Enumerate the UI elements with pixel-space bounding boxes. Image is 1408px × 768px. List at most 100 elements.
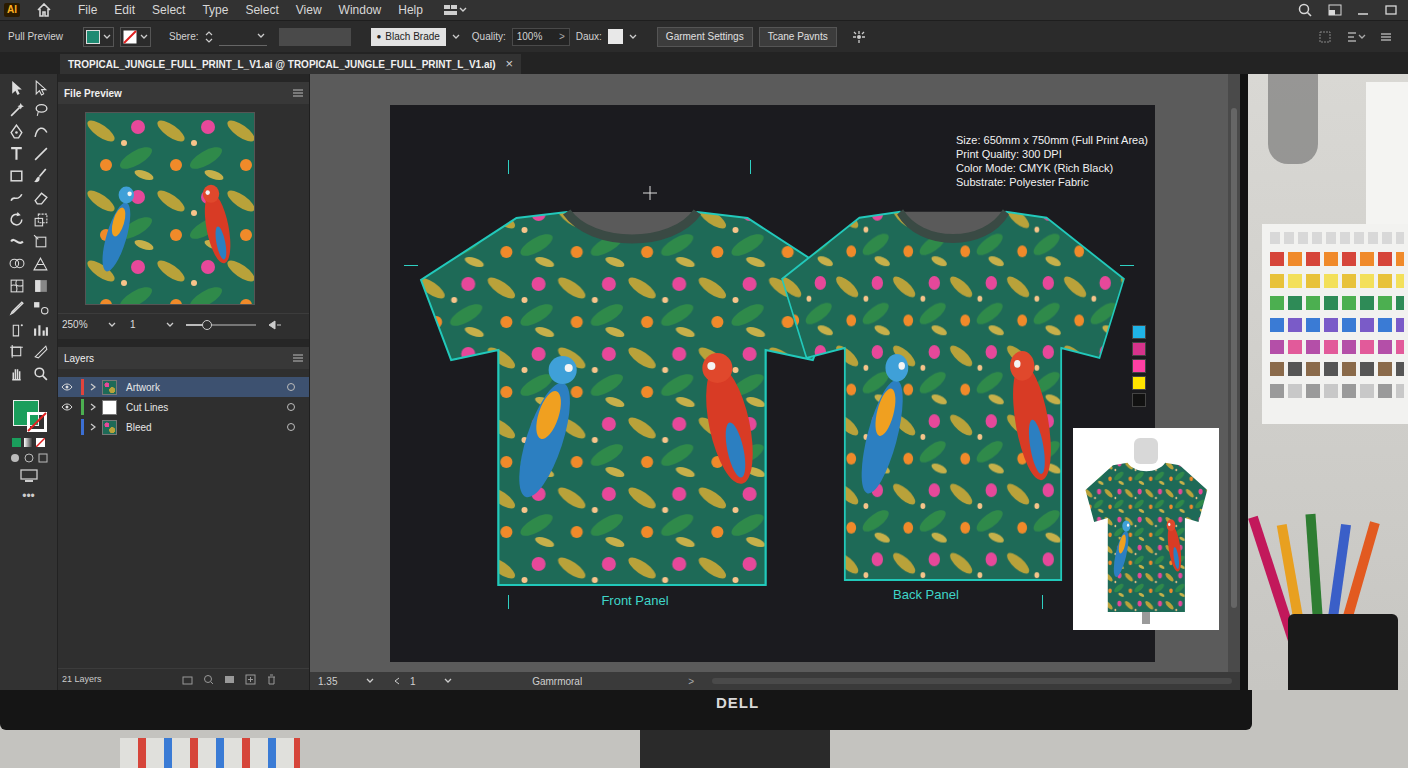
width-tool-icon[interactable]: [9, 234, 25, 250]
stroke-profile-field[interactable]: [279, 28, 351, 46]
lasso-tool-icon[interactable]: [33, 102, 49, 118]
app-logo[interactable]: AI: [4, 3, 20, 17]
menu-item[interactable]: Edit: [106, 1, 143, 19]
type-tool-icon[interactable]: [9, 146, 25, 162]
prev-artboard-icon[interactable]: [392, 677, 402, 685]
free-transform-tool-icon[interactable]: [33, 234, 49, 250]
zoom-level[interactable]: 1.35: [318, 674, 358, 689]
fill-swatch[interactable]: [83, 27, 114, 47]
eraser-tool-icon[interactable]: [33, 190, 49, 206]
layer-row[interactable]: Artwork: [58, 377, 309, 397]
front-panel-artwork[interactable]: [416, 200, 848, 590]
control-button[interactable]: Tcane Pavnts: [759, 27, 837, 47]
chevron-icon[interactable]: [629, 34, 637, 40]
chevron-icon[interactable]: [366, 678, 374, 684]
home-icon[interactable]: [36, 3, 52, 17]
expand-icon[interactable]: [89, 383, 97, 391]
maximize-icon[interactable]: [1384, 4, 1398, 16]
visibility-toggle[interactable]: [58, 420, 76, 434]
symbol-sprayer-tool-icon[interactable]: [9, 322, 25, 338]
chevron-icon[interactable]: [444, 678, 452, 684]
status-label[interactable]: Gamrmoral: [532, 674, 582, 689]
visibility-toggle[interactable]: [58, 380, 76, 394]
puppet-warp-icon[interactable]: [851, 30, 867, 44]
new-layer-icon[interactable]: [245, 674, 256, 685]
menu-item[interactable]: File: [70, 1, 105, 19]
horizontal-scrollbar[interactable]: [712, 678, 1232, 684]
menu-item[interactable]: Select: [237, 1, 286, 19]
density-swatch[interactable]: [608, 29, 623, 44]
search-icon[interactable]: [1298, 3, 1312, 17]
gradient-tool-icon[interactable]: [33, 278, 49, 294]
menu-icon[interactable]: [1380, 31, 1392, 43]
arrange-icon[interactable]: [1328, 4, 1342, 16]
draw-inside-icon[interactable]: [38, 453, 48, 463]
collect-icon[interactable]: [182, 674, 193, 685]
artboard-number[interactable]: 1: [410, 674, 436, 689]
draw-normal-icon[interactable]: [10, 453, 20, 463]
zoom-in-icon[interactable]: [268, 320, 282, 330]
panel-title[interactable]: Layers: [64, 351, 94, 366]
document-tab[interactable]: TROPICAL_JUNGLE_FULL_PRINT_L_V1.ai @ TRO…: [60, 54, 521, 74]
status-arrow[interactable]: >: [688, 674, 694, 689]
panel-menu-icon[interactable]: [293, 89, 303, 97]
direct-selection-tool-icon[interactable]: [33, 80, 49, 96]
target-circle[interactable]: [287, 383, 295, 391]
transform-icon[interactable]: [1346, 30, 1366, 44]
panel-title[interactable]: File Preview: [64, 86, 122, 101]
draw-behind-icon[interactable]: [24, 453, 34, 463]
shape-field[interactable]: [219, 28, 267, 46]
panel-menu-icon[interactable]: [293, 354, 303, 362]
trash-icon[interactable]: [266, 674, 277, 685]
stepper-icon[interactable]: [205, 31, 213, 43]
shaper-tool-icon[interactable]: [9, 190, 25, 206]
paintbrush-tool-icon[interactable]: [33, 168, 49, 184]
perspective-grid-tool-icon[interactable]: [33, 256, 49, 272]
menu-item[interactable]: Type: [194, 1, 236, 19]
curvature-tool-icon[interactable]: [33, 124, 49, 140]
menu-item[interactable]: Select: [144, 1, 193, 19]
line-tool-icon[interactable]: [33, 146, 49, 162]
layer-row[interactable]: Cut Lines: [58, 397, 309, 417]
target-circle[interactable]: [287, 423, 295, 431]
rotate-tool-icon[interactable]: [9, 212, 25, 228]
chevron-icon[interactable]: [108, 322, 116, 328]
menu-item[interactable]: View: [288, 1, 330, 19]
none-mode-icon[interactable]: [36, 438, 45, 447]
close-tab-button[interactable]: ×: [506, 54, 514, 74]
visibility-toggle[interactable]: [58, 400, 76, 414]
layer-name[interactable]: Bleed: [126, 420, 282, 435]
fill-stroke[interactable]: [9, 398, 49, 432]
slice-tool-icon[interactable]: [33, 344, 49, 360]
layer-row[interactable]: Bleed: [58, 417, 309, 437]
pen-tool-icon[interactable]: [9, 124, 25, 140]
chevron-icon[interactable]: [166, 322, 174, 328]
stroke-none-icon[interactable]: [27, 412, 47, 432]
vertical-scrollbar[interactable]: [1228, 74, 1240, 672]
expand-icon[interactable]: [89, 403, 97, 411]
zoom-slider-knob[interactable]: [202, 320, 212, 330]
screen-mode-icon[interactable]: [20, 469, 38, 483]
align-icon[interactable]: [1318, 30, 1332, 44]
menu-item[interactable]: Help: [390, 1, 431, 19]
mockup-preview[interactable]: [1073, 428, 1219, 630]
blend-tool-icon[interactable]: [33, 300, 49, 316]
artboard-tool-icon[interactable]: [9, 344, 25, 360]
selection-tool-icon[interactable]: [9, 80, 25, 96]
layer-name[interactable]: Cut Lines: [126, 400, 282, 415]
rectangle-tool-icon[interactable]: [9, 168, 25, 184]
more-tools-button[interactable]: •••: [22, 489, 35, 503]
hand-tool-icon[interactable]: [9, 366, 25, 382]
artboard[interactable]: Size: 650mm x 750mm (Full Print Area)Pri…: [390, 105, 1155, 662]
mode-label[interactable]: Pull Preview: [8, 29, 63, 44]
menu-item[interactable]: Window: [331, 1, 390, 19]
stroke-swatch[interactable]: [120, 27, 151, 47]
locate-icon[interactable]: [203, 674, 214, 685]
control-button[interactable]: Garment Settings: [657, 27, 753, 47]
zoom-tool-icon[interactable]: [33, 366, 49, 382]
target-circle[interactable]: [287, 403, 295, 411]
mesh-tool-icon[interactable]: [9, 278, 25, 294]
eyedropper-tool-icon[interactable]: [9, 300, 25, 316]
chevron-icon[interactable]: [452, 34, 460, 40]
shape-builder-tool-icon[interactable]: [9, 256, 25, 272]
